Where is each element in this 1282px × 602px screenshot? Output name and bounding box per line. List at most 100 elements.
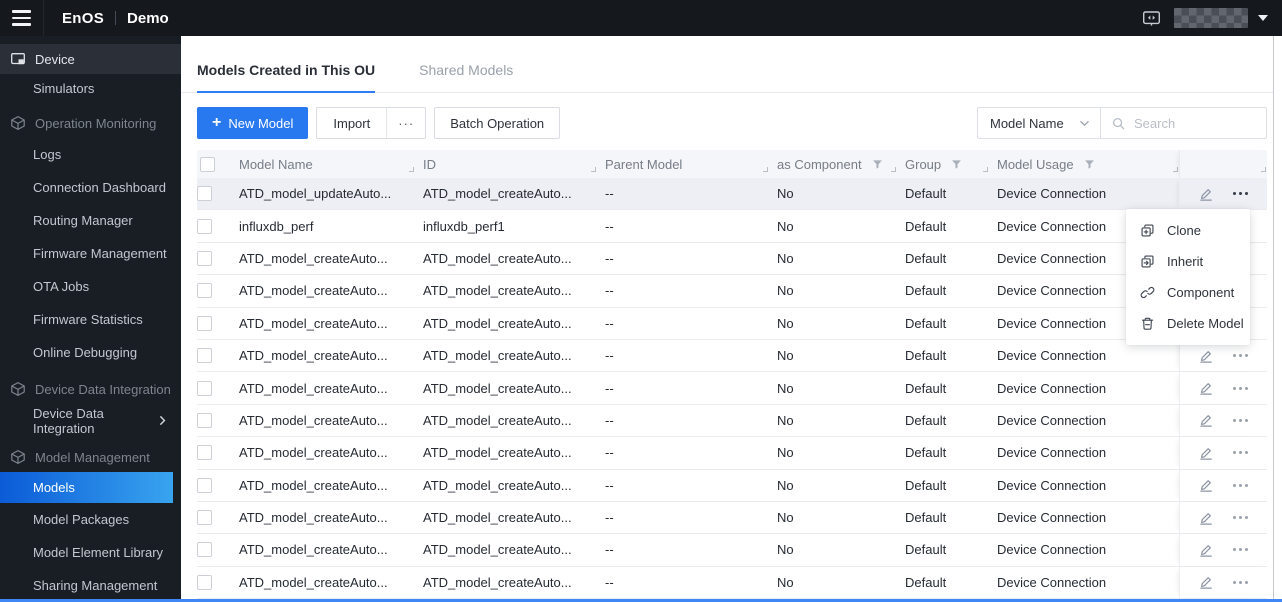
column-resize-handle[interactable] [983,167,988,172]
edit-button[interactable] [1198,542,1214,558]
column-resize-handle[interactable] [1261,167,1266,172]
menu-item-delete-model[interactable]: Delete Model [1126,308,1250,339]
sidebar-item-routing-manager[interactable]: Routing Manager [0,204,181,237]
sidebar-item-ota-jobs[interactable]: OTA Jobs [0,270,181,303]
sidebar-item-firmware-management[interactable]: Firmware Management [0,237,181,270]
more-actions-button[interactable] [1231,188,1250,199]
tab-models-created-in-this-ou[interactable]: Models Created in This OU [197,62,376,93]
tab-shared-models[interactable]: Shared Models [419,62,513,92]
row-checkbox[interactable] [197,186,212,202]
cell-as-component: No [777,348,794,364]
sidebar-item-model-element-library[interactable]: Model Element Library [0,536,181,569]
edit-button[interactable] [1198,477,1214,493]
table-row[interactable]: ATD_model_createAuto... ATD_model_create… [197,469,1267,502]
more-actions-button[interactable] [1231,447,1250,458]
row-checkbox[interactable] [197,250,212,266]
column-header-model-usage: Model Usage [989,150,1179,178]
more-actions-button[interactable] [1231,577,1250,588]
row-checkbox[interactable] [197,542,212,558]
table-row[interactable]: ATD_model_createAuto... ATD_model_create… [197,372,1267,405]
more-actions-button[interactable] [1231,512,1250,523]
table-row[interactable]: ATD_model_createAuto... ATD_model_create… [197,404,1267,438]
table-row[interactable]: ATD_model_createAuto... ATD_model_create… [197,534,1267,567]
more-actions-button[interactable] [1231,544,1250,555]
cell-parent-model: -- [605,283,614,299]
filter-icon[interactable] [872,159,883,170]
table-row[interactable]: ATD_model_updateAuto... ATD_model_create… [197,178,1267,211]
sidebar-item-firmware-statistics[interactable]: Firmware Statistics [0,303,181,336]
sidebar-item-simulators[interactable]: Simulators [0,74,181,103]
table-row[interactable]: influxdb_perf influxdb_perf1 -- No Defau… [197,210,1267,243]
delete-icon [1140,316,1155,331]
search-input[interactable] [1134,115,1244,131]
row-checkbox[interactable] [197,380,212,396]
cell-model-name: ATD_model_createAuto... [239,380,388,396]
column-resize-handle[interactable] [591,167,596,172]
table-row[interactable]: ATD_model_createAuto... ATD_model_create… [197,437,1267,470]
row-checkbox[interactable] [197,218,212,234]
cell-parent-model: -- [605,477,614,493]
select-all-checkbox[interactable] [200,156,215,172]
import-more-button[interactable]: ··· [386,108,425,138]
column-header-label: Model Usage [997,156,1074,172]
edit-button[interactable] [1198,574,1214,590]
row-checkbox[interactable] [197,574,212,590]
sidebar-item-device[interactable]: Device [0,44,181,74]
sidebar-item-connection-dashboard[interactable]: Connection Dashboard [0,171,181,204]
cell-parent-model: -- [605,250,614,266]
new-model-button[interactable]: + New Model [197,107,309,139]
row-checkbox[interactable] [197,445,212,461]
more-actions-button[interactable] [1231,415,1250,426]
table-row[interactable]: ATD_model_createAuto... ATD_model_create… [197,339,1267,373]
column-resize-handle[interactable] [763,167,768,172]
more-actions-button[interactable] [1231,383,1250,394]
column-resize-handle[interactable] [409,167,414,172]
import-button-group: Import ··· [316,107,427,139]
row-checkbox[interactable] [197,412,212,428]
row-checkbox[interactable] [197,283,212,299]
actions-column-header [1179,150,1267,178]
edit-button[interactable] [1198,348,1214,364]
menu-item-inherit[interactable]: Inherit [1126,246,1250,277]
search-field-select[interactable]: Model Name [977,107,1101,139]
cell-model-usage: Device Connection [997,186,1107,202]
more-actions-button[interactable] [1231,350,1250,361]
table-row[interactable]: ATD_model_createAuto... ATD_model_create… [197,307,1267,340]
column-resize-handle[interactable] [891,167,896,172]
filter-icon[interactable] [951,159,962,170]
more-actions-button[interactable] [1231,480,1250,491]
edit-button[interactable] [1198,412,1214,428]
plus-icon: + [212,114,222,131]
sidebar-item-device-data-integration[interactable]: Device Data Integration [0,404,181,437]
table-row[interactable]: ATD_model_createAuto... ATD_model_create… [197,275,1267,308]
cell-group: Default [905,510,947,526]
sidebar-item-model-packages[interactable]: Model Packages [0,503,181,536]
edit-button[interactable] [1198,445,1214,461]
filter-icon[interactable] [1084,159,1095,170]
menu-item-clone[interactable]: Clone [1126,215,1250,246]
row-checkbox[interactable] [197,510,212,526]
sidebar-item-models[interactable]: Models [0,472,173,503]
hamburger-menu-button[interactable] [0,0,44,36]
console-icon[interactable] [1142,10,1161,27]
edit-button[interactable] [1198,380,1214,396]
cell-model-name: ATD_model_createAuto... [239,412,388,428]
cell-parent-model: -- [605,186,614,202]
batch-operation-button[interactable]: Batch Operation [434,107,561,139]
sidebar-item-logs[interactable]: Logs [0,138,181,171]
table-row[interactable]: ATD_model_createAuto... ATD_model_create… [197,566,1267,599]
edit-button[interactable] [1198,510,1214,526]
column-resize-handle[interactable] [1173,167,1178,172]
row-checkbox[interactable] [197,477,212,493]
sidebar-item-sharing-management[interactable]: Sharing Management [0,569,181,599]
edit-button[interactable] [1198,186,1214,202]
user-menu[interactable] [1174,8,1268,28]
table-row[interactable]: ATD_model_createAuto... ATD_model_create… [197,501,1267,535]
row-checkbox[interactable] [197,348,212,364]
sidebar-item-online-debugging[interactable]: Online Debugging [0,336,181,369]
import-button[interactable]: Import [317,108,386,138]
cell-parent-model: -- [605,348,614,364]
menu-item-component[interactable]: Component [1126,277,1250,308]
table-row[interactable]: ATD_model_createAuto... ATD_model_create… [197,242,1267,276]
row-checkbox[interactable] [197,315,212,331]
